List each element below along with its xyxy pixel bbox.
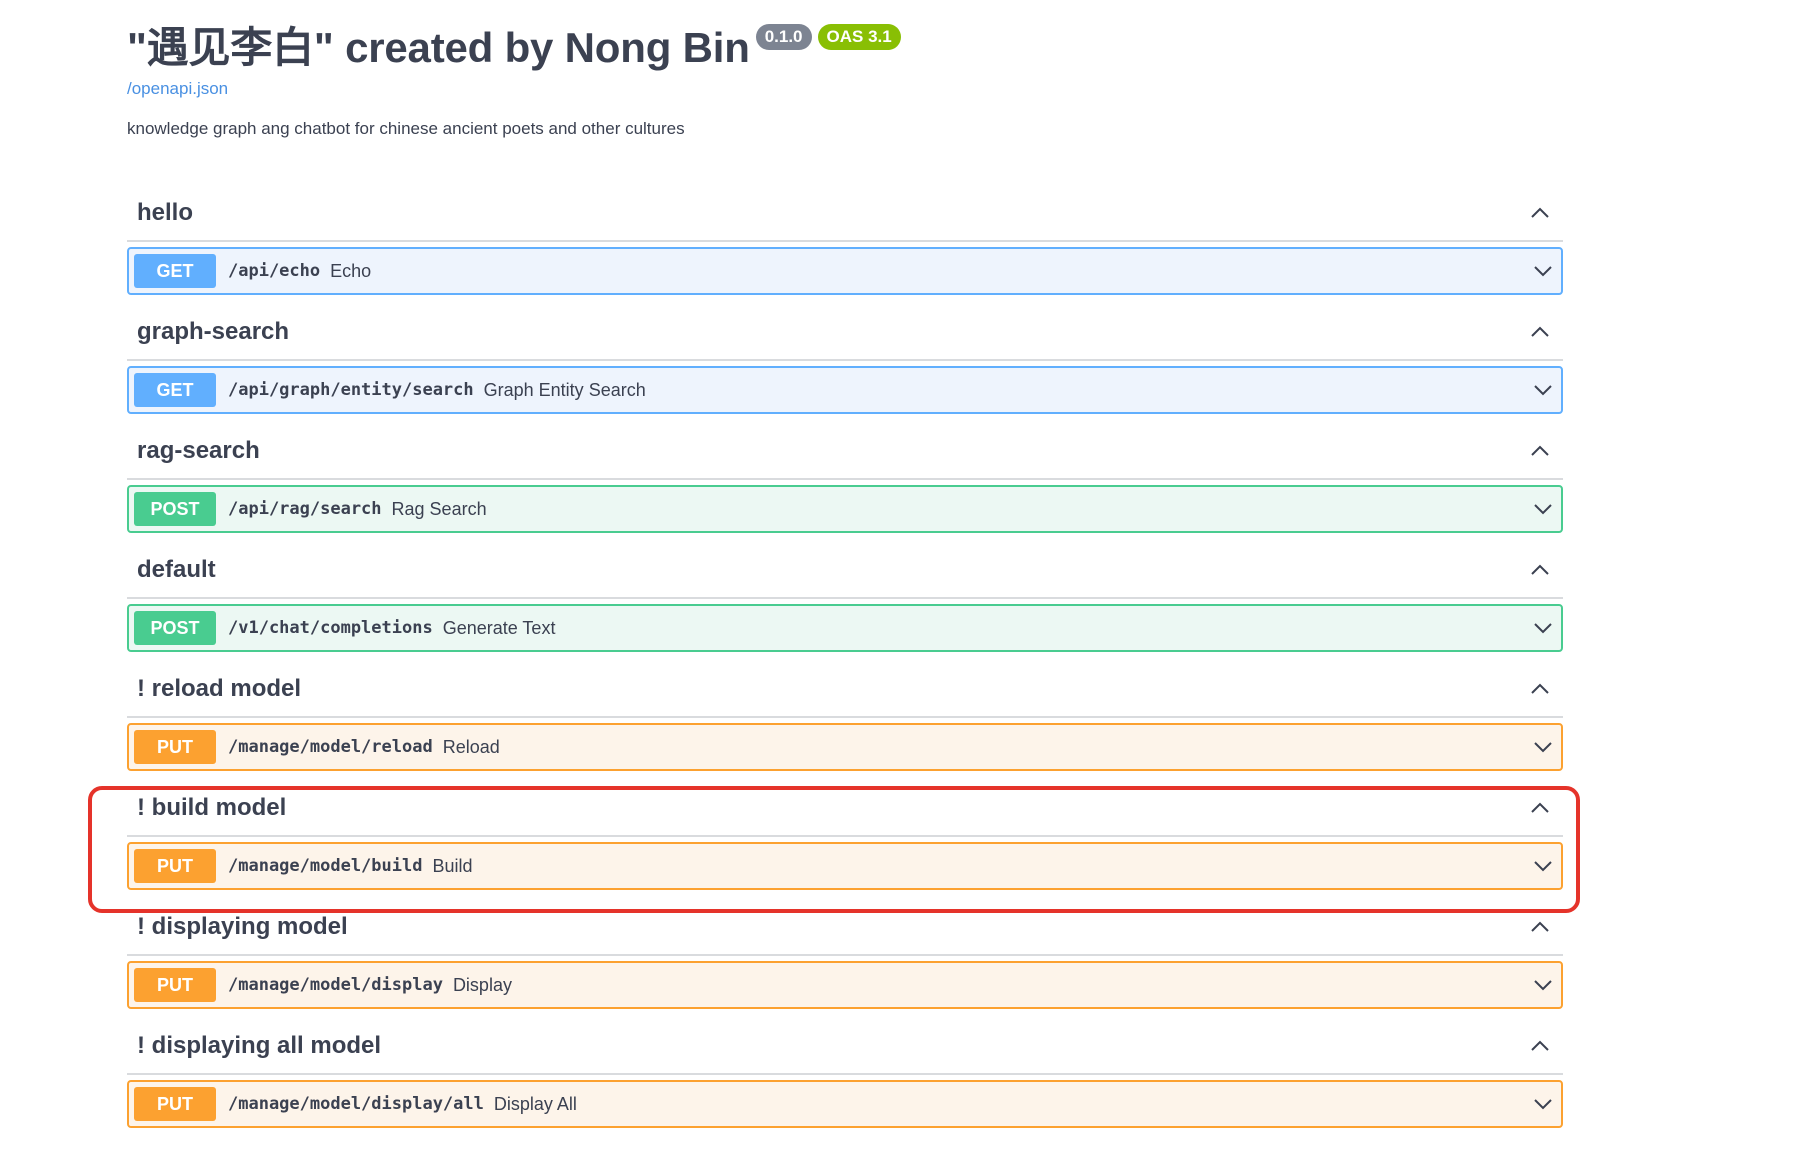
tag-name: ! build model xyxy=(137,794,287,821)
tag-section: default POST/v1/chat/completions Generate … xyxy=(127,543,1563,652)
chevron-up-icon[interactable] xyxy=(1527,557,1553,583)
operation-path: /manage/model/build xyxy=(228,856,423,876)
chevron-up-icon[interactable] xyxy=(1527,914,1553,940)
tag-header[interactable]: ! displaying model xyxy=(127,900,1563,956)
tag-name: ! displaying all model xyxy=(137,1032,382,1059)
operation-summary: Display All xyxy=(493,1093,577,1114)
tag-section: hello GET/api/echo Echo xyxy=(127,186,1563,295)
method-badge: PUT xyxy=(134,730,216,764)
chevron-down-icon[interactable] xyxy=(1530,853,1556,879)
tag-name: hello xyxy=(137,199,194,226)
tag-header[interactable]: hello xyxy=(127,186,1563,242)
method-badge: POST xyxy=(134,611,216,645)
tag-header[interactable]: ! displaying all model xyxy=(127,1019,1563,1075)
tag-header[interactable]: ! reload model xyxy=(127,662,1563,718)
chevron-down-icon[interactable] xyxy=(1530,972,1556,998)
chevron-up-icon[interactable] xyxy=(1527,676,1553,702)
operation-path: /api/graph/entity/search xyxy=(228,380,474,400)
method-badge: PUT xyxy=(134,1087,216,1121)
operation-summary: Reload xyxy=(442,736,500,757)
operation-row[interactable]: PUT/manage/model/display/all Display All xyxy=(127,1080,1563,1128)
tag-name: rag-search xyxy=(137,437,260,464)
tag-section: ! displaying model PUT/manage/model/displ… xyxy=(127,900,1563,1009)
operation-path: /manage/model/display/all xyxy=(228,1094,484,1114)
tag-name: graph-search xyxy=(137,318,290,345)
operation-row[interactable]: PUT/manage/model/build Build xyxy=(127,842,1563,890)
chevron-down-icon[interactable] xyxy=(1530,1091,1556,1117)
method-badge: PUT xyxy=(134,849,216,883)
chevron-up-icon[interactable] xyxy=(1527,795,1553,821)
tag-header[interactable]: rag-search xyxy=(127,424,1563,480)
version-badge: 0.1.0 xyxy=(755,24,812,50)
tag-section: rag-search POST/api/rag/search Rag Search xyxy=(127,424,1563,533)
method-badge: PUT xyxy=(134,968,216,1002)
operation-path: /manage/model/reload xyxy=(228,737,433,757)
tag-name: ! reload model xyxy=(137,675,302,702)
api-info: "遇见李白" created by Nong Bin 0.1.0 OAS 3.1… xyxy=(127,0,1563,140)
method-badge: POST xyxy=(134,492,216,526)
tag-name: ! displaying model xyxy=(137,913,348,940)
chevron-up-icon[interactable] xyxy=(1527,438,1553,464)
operation-path: /v1/chat/completions xyxy=(228,618,433,638)
operation-summary: Graph Entity Search xyxy=(483,379,646,400)
api-title: "遇见李白" created by Nong Bin xyxy=(127,24,750,71)
operation-path: /api/rag/search xyxy=(228,499,382,519)
operation-row[interactable]: PUT/manage/model/display Display xyxy=(127,961,1563,1009)
operation-path: /manage/model/display xyxy=(228,975,443,995)
operation-summary: Echo xyxy=(330,260,372,281)
tag-section: ! reload model PUT/manage/model/reload Rel… xyxy=(127,662,1563,771)
operation-row[interactable]: GET/api/echo Echo xyxy=(127,247,1563,295)
chevron-down-icon[interactable] xyxy=(1530,496,1556,522)
title-row: "遇见李白" created by Nong Bin 0.1.0 OAS 3.1 xyxy=(127,22,1563,74)
chevron-up-icon[interactable] xyxy=(1527,200,1553,226)
operation-summary: Rag Search xyxy=(391,498,487,519)
api-description: knowledge graph ang chatbot for chinese … xyxy=(127,119,685,138)
chevron-down-icon[interactable] xyxy=(1530,258,1556,284)
chevron-up-icon[interactable] xyxy=(1527,319,1553,345)
openapi-json-link[interactable]: /openapi.json xyxy=(127,78,1563,100)
tag-section: ! build model PUT/manage/model/build Build xyxy=(127,781,1563,890)
chevron-down-icon[interactable] xyxy=(1530,615,1556,641)
tag-name: default xyxy=(137,556,216,583)
tag-section: ! displaying all model PUT/manage/model/d… xyxy=(127,1019,1563,1128)
tag-section: graph-search GET/api/graph/entity/search G… xyxy=(127,305,1563,414)
tag-header[interactable]: default xyxy=(127,543,1563,599)
tag-header[interactable]: ! build model xyxy=(127,781,1563,837)
chevron-down-icon[interactable] xyxy=(1530,377,1556,403)
swagger-ui: "遇见李白" created by Nong Bin 0.1.0 OAS 3.1… xyxy=(127,0,1563,1138)
operation-summary: Display xyxy=(452,974,512,995)
operation-row[interactable]: GET/api/graph/entity/search Graph Entity … xyxy=(127,366,1563,414)
oas-badge: OAS 3.1 xyxy=(817,24,901,50)
operation-row[interactable]: PUT/manage/model/reload Reload xyxy=(127,723,1563,771)
operation-summary: Generate Text xyxy=(442,617,556,638)
operation-path: /api/echo xyxy=(228,261,321,281)
operation-row[interactable]: POST/api/rag/search Rag Search xyxy=(127,485,1563,533)
chevron-down-icon[interactable] xyxy=(1530,734,1556,760)
tag-header[interactable]: graph-search xyxy=(127,305,1563,361)
method-badge: GET xyxy=(134,254,216,288)
tag-list: hello GET/api/echo Echo graph-search GET/api… xyxy=(127,186,1563,1128)
method-badge: GET xyxy=(134,373,216,407)
operation-summary: Build xyxy=(432,855,473,876)
operation-row[interactable]: POST/v1/chat/completions Generate Text xyxy=(127,604,1563,652)
chevron-up-icon[interactable] xyxy=(1527,1033,1553,1059)
